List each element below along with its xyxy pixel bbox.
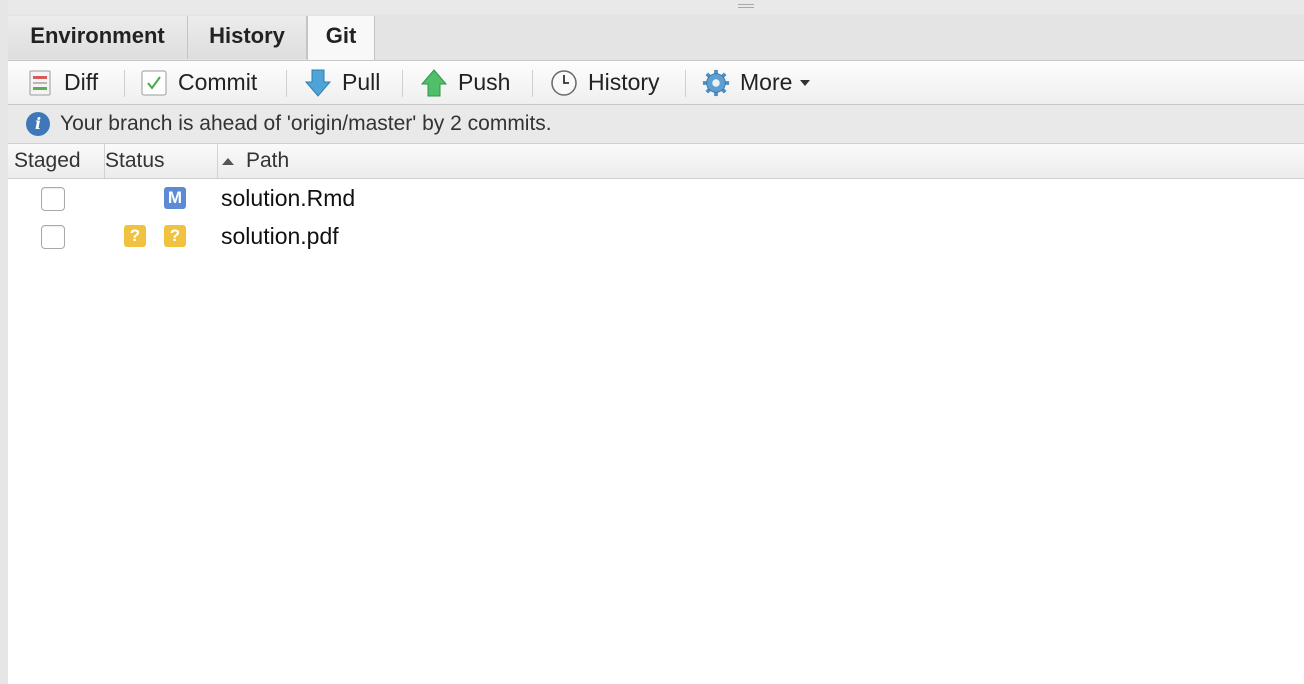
toolbar-divider — [402, 70, 403, 97]
column-header-staged[interactable]: Staged — [8, 144, 105, 178]
gear-icon — [702, 69, 730, 97]
table-row[interactable]: M solution.Rmd — [8, 179, 1304, 217]
push-arrow-up-icon — [420, 68, 448, 97]
commit-label: Commit — [178, 69, 258, 95]
staged-checkbox[interactable] — [41, 225, 65, 249]
table-header: Staged Status Path — [8, 144, 1304, 179]
diff-button[interactable]: Diff — [26, 61, 98, 104]
branch-status-message: Your branch is ahead of 'origin/master' … — [60, 112, 552, 135]
toolbar-divider — [532, 70, 533, 97]
column-header-status[interactable]: Status — [99, 144, 218, 178]
git-pane: Environment History Git Diff Commit Pull… — [8, 0, 1304, 684]
file-path[interactable]: solution.pdf — [221, 217, 339, 255]
modified-status-icon: M — [164, 187, 186, 209]
table-row[interactable]: ? ? solution.pdf — [8, 217, 1304, 255]
toolbar-divider — [124, 70, 125, 97]
clock-icon — [550, 69, 578, 97]
toolbar-divider — [685, 70, 686, 97]
pane-resize-strip[interactable] — [8, 0, 1304, 15]
info-bar: i Your branch is ahead of 'origin/master… — [8, 105, 1304, 144]
diff-label: Diff — [64, 69, 99, 95]
tab-git[interactable]: Git — [307, 16, 375, 60]
sort-ascending-icon — [222, 157, 234, 165]
diff-icon — [26, 69, 54, 97]
untracked-status-icon: ? — [164, 225, 186, 247]
tab-environment[interactable]: Environment — [8, 16, 188, 59]
staged-checkbox[interactable] — [41, 187, 65, 211]
pull-label: Pull — [342, 69, 381, 95]
file-path[interactable]: solution.Rmd — [221, 179, 355, 217]
column-header-path-label: Path — [246, 149, 290, 172]
tab-bar: Environment History Git — [8, 14, 1304, 61]
push-button[interactable]: Push — [420, 61, 510, 104]
push-label: Push — [458, 69, 511, 95]
pull-arrow-down-icon — [304, 69, 332, 97]
more-label: More — [740, 69, 793, 95]
commit-button[interactable]: Commit — [140, 61, 257, 104]
column-header-path[interactable]: Path — [212, 144, 1304, 178]
more-menu-button[interactable]: More — [702, 61, 811, 104]
commit-checkbox-icon — [140, 69, 168, 97]
untracked-status-icon: ? — [124, 225, 146, 247]
git-toolbar: Diff Commit Pull Push History More — [8, 61, 1304, 105]
tab-history[interactable]: History — [188, 16, 307, 59]
resize-grip-icon[interactable] — [738, 4, 754, 10]
history-label: History — [588, 69, 660, 95]
chevron-down-icon — [800, 79, 811, 86]
info-icon: i — [26, 112, 50, 136]
pull-button[interactable]: Pull — [304, 61, 380, 104]
history-button[interactable]: History — [550, 61, 660, 104]
toolbar-divider — [286, 70, 287, 97]
